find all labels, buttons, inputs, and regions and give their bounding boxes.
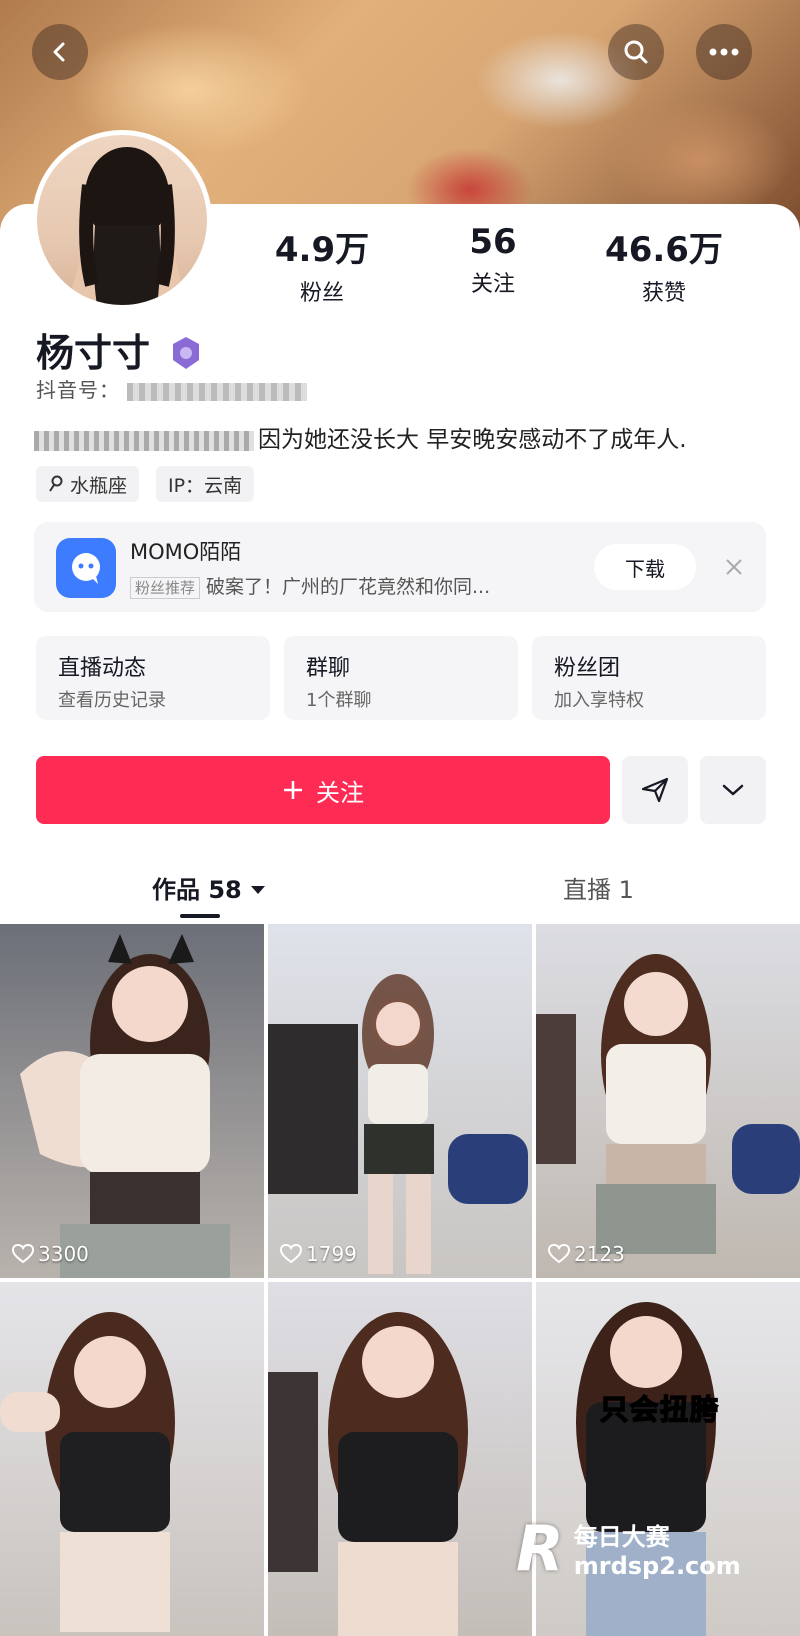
tab-live[interactable]: 直播 1 xyxy=(563,870,634,905)
watermark: R 每日大赛 mrdsp2.com xyxy=(516,1504,780,1592)
feature-title: 直播动态 xyxy=(58,656,147,681)
heart-icon xyxy=(280,1244,302,1264)
more-icon xyxy=(709,48,739,56)
close-icon xyxy=(726,559,742,575)
tab-label: 作品 58 xyxy=(152,876,242,904)
heart-icon xyxy=(12,1244,34,1264)
feature-title: 粉丝团 xyxy=(554,656,621,681)
send-icon xyxy=(641,777,669,803)
stat-followers[interactable]: 4.9万 粉丝 xyxy=(242,222,402,307)
video-image xyxy=(268,1312,468,1636)
ad-title: MOMO陌陌 xyxy=(130,540,242,564)
ad-badge: 粉丝推荐 xyxy=(130,577,201,599)
likes-count: 1799 xyxy=(306,1242,357,1266)
feature-subtitle: 查看历史记录 xyxy=(58,690,166,711)
profile-name: 杨寸寸 xyxy=(36,322,201,377)
video-thumbnail[interactable]: 1799 xyxy=(268,924,532,1278)
uid-label: 抖音号： xyxy=(36,378,120,402)
stat-following[interactable]: 56 关注 xyxy=(413,222,573,298)
video-grid: 3300 1799 2123 只会扭胯 xyxy=(0,924,800,1636)
follow-button[interactable]: 关注 xyxy=(36,756,610,824)
feature-title: 群聊 xyxy=(306,656,351,681)
more-options-button[interactable] xyxy=(700,756,766,824)
stat-likes[interactable]: 46.6万 获赞 xyxy=(584,222,744,307)
video-image xyxy=(20,934,230,1278)
watermark-line1: 每日大赛 xyxy=(573,1522,670,1551)
watermark-logo-icon: R xyxy=(516,1511,564,1585)
message-button[interactable] xyxy=(622,756,688,824)
ad-subtitle: 粉丝推荐 破案了！广州的厂花竟然和你同... xyxy=(130,572,490,599)
verified-badge-icon xyxy=(171,335,201,369)
video-image xyxy=(0,1312,175,1632)
chevron-down-icon xyxy=(722,784,744,796)
back-icon xyxy=(53,42,65,62)
search-button[interactable] xyxy=(608,24,664,80)
search-icon xyxy=(624,40,648,64)
ad-download-button[interactable]: 下载 xyxy=(594,544,696,590)
video-thumbnail[interactable]: 3300 xyxy=(0,924,264,1278)
feature-subtitle: 加入享特权 xyxy=(554,690,644,711)
avatar[interactable] xyxy=(32,130,212,310)
more-button[interactable] xyxy=(696,24,752,80)
ad-banner[interactable]: MOMO陌陌 粉丝推荐 破案了！广州的厂花竟然和你同... 下载 xyxy=(34,522,766,612)
video-likes: 1799 xyxy=(280,1242,357,1266)
bio-text: 因为她还没长大 早安晚安感动不了成年人. xyxy=(258,427,687,453)
caret-down-icon xyxy=(251,886,266,894)
profile-uid: 抖音号： xyxy=(36,374,308,403)
tab-label: 直播 1 xyxy=(563,876,634,904)
feature-live-history[interactable]: 直播动态 查看历史记录 xyxy=(36,636,270,720)
video-thumbnail[interactable]: 2123 xyxy=(536,924,800,1278)
plus-icon xyxy=(284,781,302,799)
video-likes: 2123 xyxy=(548,1242,625,1266)
avatar-image xyxy=(67,147,187,305)
ad-close-button[interactable] xyxy=(714,544,754,590)
feature-fan-club[interactable]: 粉丝团 加入享特权 xyxy=(532,636,766,720)
tab-works[interactable]: 作品 58 xyxy=(152,870,266,905)
video-caption: 只会扭胯 xyxy=(599,1392,721,1427)
tag-label: IP：云南 xyxy=(168,474,243,497)
video-image xyxy=(268,974,528,1274)
tab-indicator xyxy=(180,914,220,918)
video-image xyxy=(536,954,800,1254)
bio-redacted xyxy=(34,430,254,451)
momo-logo-icon xyxy=(56,538,116,598)
zodiac-icon xyxy=(49,475,63,492)
tag-label: 水瓶座 xyxy=(70,474,128,497)
profile-bio: 因为她还没长大 早安晚安感动不了成年人. xyxy=(34,420,687,454)
ad-subtitle-text: 破案了！广州的厂花竟然和你同... xyxy=(206,576,491,598)
profile-name-text: 杨寸寸 xyxy=(36,331,151,375)
stat-value: 46.6万 xyxy=(605,230,723,270)
video-likes: 3300 xyxy=(12,1242,89,1266)
stat-label: 粉丝 xyxy=(299,281,344,306)
watermark-line2: mrdsp2.com xyxy=(573,1551,741,1580)
stat-value: 56 xyxy=(469,222,517,262)
stat-value: 4.9万 xyxy=(274,230,370,270)
video-thumbnail[interactable] xyxy=(268,1282,532,1636)
follow-label: 关注 xyxy=(316,778,364,807)
feature-group-chat[interactable]: 群聊 1个群聊 xyxy=(284,636,518,720)
tag-ip: IP：云南 xyxy=(156,466,255,502)
heart-icon xyxy=(548,1244,570,1264)
video-thumbnail[interactable] xyxy=(0,1282,264,1636)
back-button[interactable] xyxy=(32,24,88,80)
stat-label: 获赞 xyxy=(641,281,686,306)
feature-subtitle: 1个群聊 xyxy=(306,690,372,711)
likes-count: 2123 xyxy=(574,1242,625,1266)
tag-zodiac[interactable]: 水瓶座 xyxy=(36,466,140,502)
uid-redacted xyxy=(127,382,308,401)
stat-label: 关注 xyxy=(470,272,515,297)
likes-count: 3300 xyxy=(38,1242,89,1266)
